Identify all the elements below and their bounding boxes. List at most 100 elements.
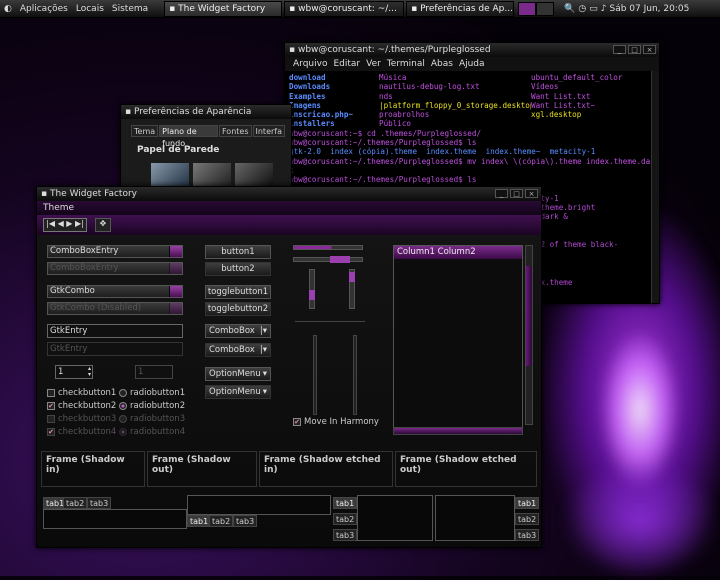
close-button[interactable]: × <box>525 189 538 198</box>
menu-applications[interactable]: Aplicações <box>16 4 72 14</box>
frame-shadow-etched-out: Frame (Shadow etched out) <box>395 451 537 487</box>
spin-arrows-icon[interactable]: ▴ ▾ <box>88 366 91 378</box>
wallpaper-thumbnail[interactable] <box>193 163 231 187</box>
menu-ver[interactable]: Ver <box>366 59 381 69</box>
dropdown-arrow-icon[interactable] <box>169 286 182 297</box>
hscale-2[interactable] <box>293 256 363 263</box>
checkbutton-1[interactable]: checkbutton1 <box>47 388 116 398</box>
vscale-1[interactable] <box>309 269 315 309</box>
optionmenu-1[interactable]: OptionMenu ▾ <box>205 367 271 381</box>
togglebutton-1[interactable]: togglebutton1 <box>205 285 271 299</box>
clock[interactable]: Sáb 07 Jun, 20:05 <box>610 4 690 14</box>
spinbutton-1[interactable]: 1 ▴ ▾ <box>55 365 93 379</box>
menu-terminal[interactable]: Terminal <box>387 59 425 69</box>
toolbar-icon-button[interactable]: ✥ <box>95 218 111 232</box>
notebook-bottom-tab-3[interactable]: tab3 <box>233 515 258 527</box>
terminal-entry: installers <box>289 119 335 129</box>
terminal-line: Imagens |platform_floppy_0_storage.deskto… <box>289 101 655 110</box>
gtkentry[interactable]: GtkEntry <box>47 324 183 338</box>
wallpaper-thumbnail[interactable] <box>151 163 189 187</box>
terminal-entry: proabrolhos <box>379 110 430 120</box>
tab-interface[interactable]: Interfa <box>252 125 285 137</box>
tab-plano-de-fundo[interactable]: Plano de fundo <box>159 125 218 148</box>
notebook-left-tab-1[interactable]: tab1 <box>333 497 358 509</box>
notebook-bottom-tab-1[interactable]: tab1 <box>187 515 212 527</box>
task-preferences[interactable]: ▪ Preferências de Ap... <box>406 0 515 17</box>
treeview[interactable]: Column1 Column2 <box>393 245 523 435</box>
treeview-header[interactable]: Column1 Column2 <box>394 246 522 259</box>
network-icon[interactable]: ▭ <box>589 4 598 14</box>
terminal-entry: download <box>289 73 326 82</box>
minimize-button[interactable]: _ <box>613 45 626 54</box>
dropdown-arrow-icon[interactable] <box>169 246 182 257</box>
menu-places[interactable]: Locais <box>72 4 108 14</box>
treeview-hscrollbar[interactable] <box>393 427 523 435</box>
treeview-vscrollbar[interactable] <box>525 245 533 425</box>
wf-titlebar[interactable]: ▪ The Widget Factory _ □ × <box>37 187 541 201</box>
terminal-menubar: Arquivo Editar Ver Terminal Abas Ajuda <box>285 57 659 71</box>
radiobutton-1[interactable]: radiobutton1 <box>119 388 185 398</box>
hscale-1[interactable] <box>293 245 363 250</box>
checkbox-checked-icon: ✔ <box>47 402 55 410</box>
terminal-titlebar[interactable]: ▪ wbw@coruscant: ~/.themes/Purpleglossed… <box>285 43 659 57</box>
terminal-line: wbw@coruscant:~/.themes/Purpleglossed$ l… <box>289 175 655 184</box>
ubuntu-logo-icon[interactable]: ◐ <box>0 4 16 14</box>
vscale-2[interactable] <box>349 269 355 309</box>
option-arrow-icon: ▾ <box>262 369 267 379</box>
comboboxentry-1[interactable]: ComboBoxEntry <box>47 245 183 258</box>
terminal-line: wbw@coruscant:~$ cd .themes/Purpleglosse… <box>289 129 655 138</box>
notebook-top-tab-3[interactable]: tab3 <box>87 497 112 509</box>
menu-arquivo[interactable]: Arquivo <box>293 59 327 69</box>
notebook-right-tab-1[interactable]: tab1 <box>515 497 540 509</box>
terminal-text: wbw@coruscant:~$ cd .themes/Purpleglosse… <box>289 128 482 138</box>
frame-shadow-in: Frame (Shadow in) <box>41 451 145 487</box>
toolbar-button-group[interactable]: |◀ ◀ ▶ ▶| <box>43 218 87 232</box>
menu-theme[interactable]: Theme <box>43 203 74 213</box>
dropdown-arrow-icon <box>169 303 182 314</box>
menu-abas[interactable]: Abas <box>431 59 453 69</box>
notebook-right-tab-2[interactable]: tab2 <box>515 513 540 525</box>
task-terminal[interactable]: ▪ wbw@coruscant: ~/... <box>284 0 405 17</box>
radiobutton-2[interactable]: radiobutton2 <box>119 401 185 411</box>
checkbutton-2[interactable]: ✔ checkbutton2 <box>47 401 116 411</box>
terminal-line: inscricao.php~ proabrolhos xgl.desktop <box>289 110 655 119</box>
notebook-bottom-tab-2[interactable]: tab2 <box>209 515 234 527</box>
button-2: button2 <box>205 262 271 276</box>
notebook-top-tab-2[interactable]: tab2 <box>63 497 88 509</box>
maximize-button[interactable]: □ <box>510 189 523 198</box>
terminal-text: wbw@coruscant:~/.themes/Purpleglossed$ m… <box>289 156 655 166</box>
radio-selected-icon <box>119 428 127 436</box>
notebook-left-tab-2[interactable]: tab2 <box>333 513 358 525</box>
notebook-right-tab-3[interactable]: tab3 <box>515 529 540 541</box>
minimize-button[interactable]: _ <box>495 189 508 198</box>
menu-editar[interactable]: Editar <box>333 59 360 69</box>
pref-titlebar[interactable]: ▪ Preferências de Aparência <box>121 105 291 119</box>
tab-tema[interactable]: Tema <box>131 125 159 137</box>
terminal-line: gtk-2.0 index (cópia).theme index.theme … <box>289 147 655 156</box>
close-button[interactable]: × <box>643 45 656 54</box>
clock-icon: ◷ <box>578 3 587 14</box>
window-icon: ▪ <box>411 3 421 14</box>
combobox-1[interactable]: ComboBox |▾ <box>205 324 271 338</box>
checkbutton-3: checkbutton3 <box>47 414 116 424</box>
terminal-text: wbw@coruscant:~/.themes/Purpleglossed$ l… <box>289 175 477 185</box>
button-1[interactable]: button1 <box>205 245 271 259</box>
workspace-switcher[interactable] <box>518 1 555 16</box>
menu-ajuda[interactable]: Ajuda <box>459 59 485 69</box>
terminal-entry: Examples <box>289 91 326 101</box>
dropdown-arrow-icon: |▾ <box>259 345 267 355</box>
terminal-scrollbar[interactable] <box>651 71 659 303</box>
spinbutton-2: 1 <box>135 365 173 379</box>
terminal-line: Downloads nautilus-debug-log.txt Vídeos <box>289 82 655 91</box>
window-icon: ▪ <box>125 107 134 117</box>
wallpaper-thumbnail[interactable] <box>235 163 273 187</box>
tab-fontes[interactable]: Fontes <box>218 125 252 137</box>
menu-system[interactable]: Sistema <box>108 4 152 14</box>
search-icon[interactable]: 🔍 <box>564 4 575 14</box>
move-in-harmony-check[interactable]: ✔ Move In Harmony <box>293 417 379 427</box>
volume-icon[interactable]: ♪ <box>601 4 607 14</box>
notebook-left-tab-3[interactable]: tab3 <box>333 529 358 541</box>
task-widget-factory[interactable]: ▪ The Widget Factory <box>164 0 283 17</box>
gtkcombo[interactable]: GtkCombo <box>47 285 183 298</box>
maximize-button[interactable]: □ <box>628 45 641 54</box>
